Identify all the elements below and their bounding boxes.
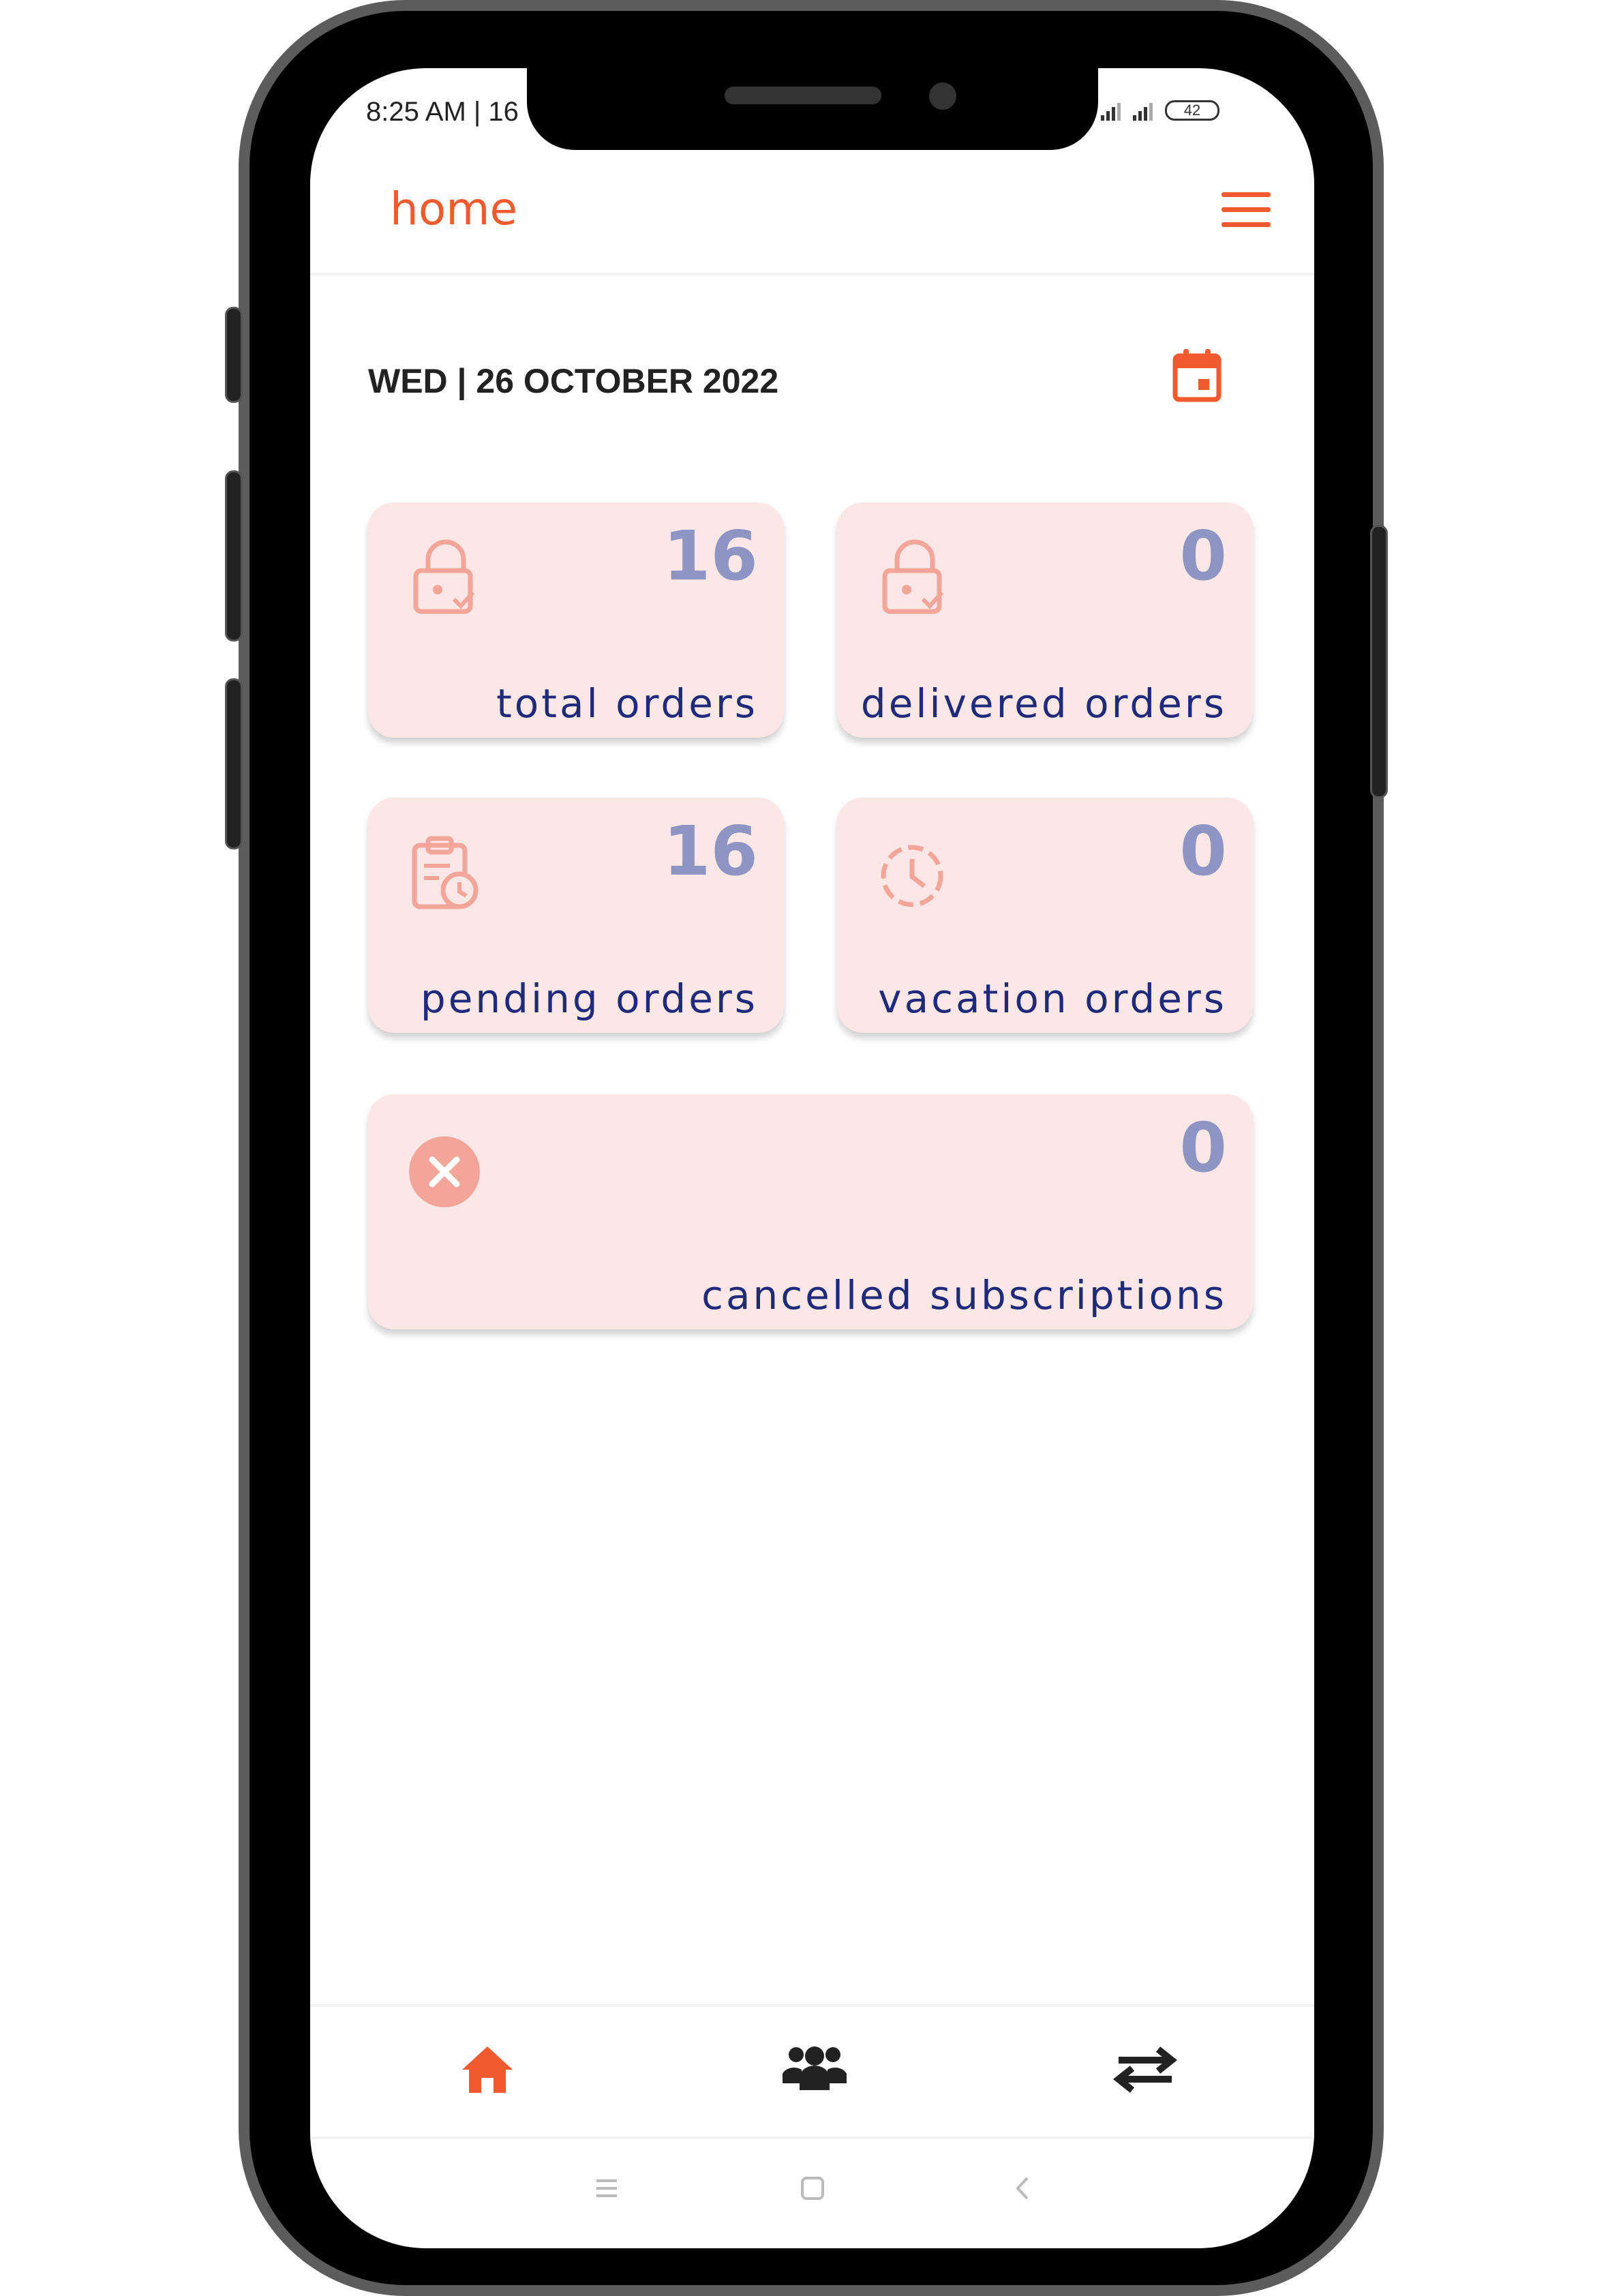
card-label: pending orders xyxy=(420,976,758,1022)
system-navigation-bar xyxy=(310,2137,1314,2246)
side-button-volume-down xyxy=(225,678,243,849)
back-button[interactable] xyxy=(1005,2171,1040,2205)
recents-button[interactable] xyxy=(590,2171,624,2205)
card-cancelled-subscriptions[interactable]: 0 cancelled subscriptions xyxy=(368,1094,1253,1329)
status-time: 8:25 AM | 16 xyxy=(366,97,519,127)
card-count: 16 xyxy=(663,811,758,891)
card-count: 0 xyxy=(1179,1108,1227,1188)
hamburger-icon xyxy=(1222,222,1271,227)
side-button-mute xyxy=(225,307,243,403)
card-total-orders[interactable]: 16 total orders xyxy=(368,502,784,738)
page-title: home xyxy=(390,183,518,235)
side-button-power xyxy=(1370,525,1388,798)
bottom-navigation xyxy=(310,2004,1314,2139)
card-delivered-orders[interactable]: 0 delivered orders xyxy=(837,502,1253,738)
lock-check-icon xyxy=(409,537,484,618)
users-icon xyxy=(783,2046,847,2090)
home-system-button[interactable] xyxy=(795,2171,830,2205)
phone-screen: 8:25 AM | 16 42 home WED | 26 OCTOBER 20… xyxy=(310,68,1314,2248)
cancel-circle-icon xyxy=(409,1128,484,1210)
notch xyxy=(527,68,1098,150)
clipboard-clock-icon xyxy=(409,832,484,913)
card-count: 0 xyxy=(1179,516,1227,596)
signal-icon xyxy=(1133,100,1153,121)
home-icon xyxy=(462,2046,513,2093)
menu-button[interactable] xyxy=(1222,192,1271,233)
square-icon xyxy=(801,2177,824,2200)
hamburger-icon xyxy=(1222,207,1271,212)
front-camera xyxy=(929,82,956,110)
app-header: home xyxy=(310,164,1314,275)
card-pending-orders[interactable]: 16 pending orders xyxy=(368,798,784,1033)
swap-arrows-icon xyxy=(1112,2046,1178,2093)
menu-lines-icon xyxy=(596,2179,617,2197)
nav-transactions[interactable] xyxy=(1108,2034,1183,2102)
nav-customers[interactable] xyxy=(777,2034,852,2102)
calendar-icon xyxy=(1172,349,1222,402)
hamburger-icon xyxy=(1222,192,1271,197)
card-vacation-orders[interactable]: 0 vacation orders xyxy=(837,798,1253,1033)
nav-home[interactable] xyxy=(450,2034,525,2102)
card-count: 16 xyxy=(663,516,758,596)
calendar-button[interactable] xyxy=(1172,348,1222,402)
clock-dashed-icon xyxy=(878,832,953,913)
card-label: total orders xyxy=(496,680,758,727)
date-label: WED | 26 OCTOBER 2022 xyxy=(368,362,779,400)
signal-icon xyxy=(1101,100,1121,121)
chevron-left-icon xyxy=(1016,2177,1029,2200)
card-count: 0 xyxy=(1179,811,1227,891)
status-icons: 42 xyxy=(1101,97,1264,124)
card-label: vacation orders xyxy=(878,976,1227,1022)
battery-icon: 42 xyxy=(1165,100,1219,121)
card-label: cancelled subscriptions xyxy=(701,1272,1227,1318)
side-button-volume-up xyxy=(225,470,243,641)
lock-check-icon xyxy=(878,537,953,618)
speaker-grille xyxy=(725,87,881,104)
card-label: delivered orders xyxy=(860,680,1227,727)
